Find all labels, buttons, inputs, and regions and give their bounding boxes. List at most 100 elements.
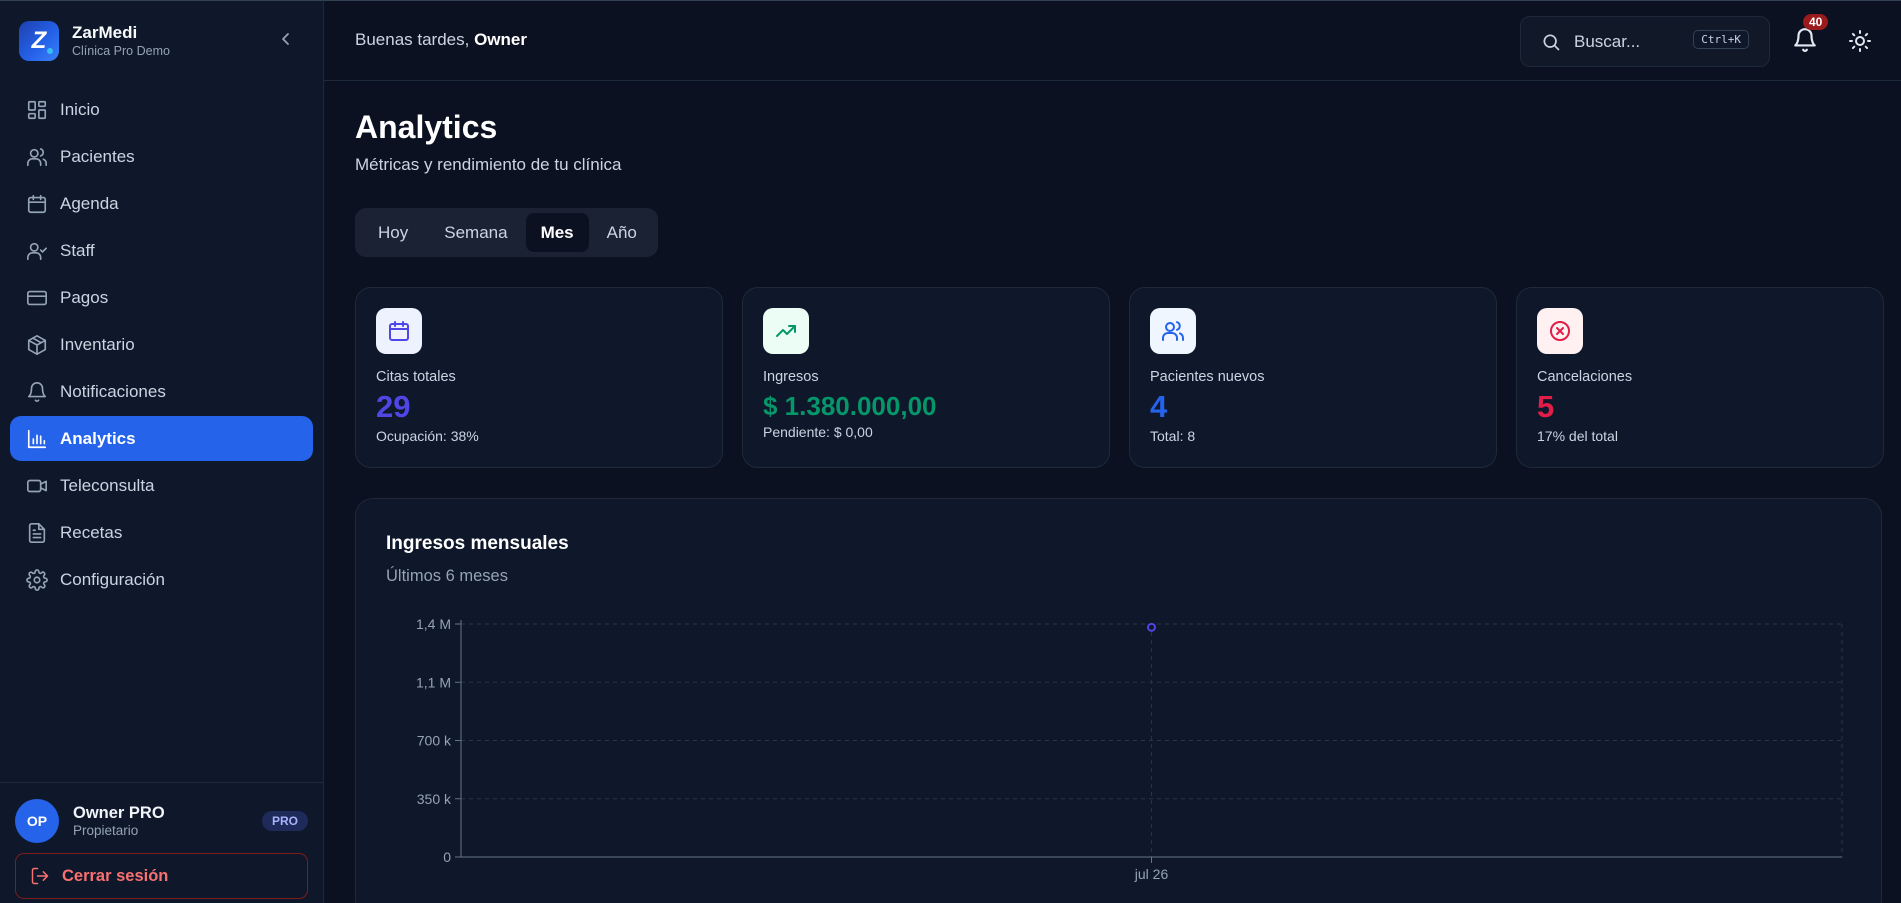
calendar-icon	[27, 194, 47, 213]
logo-letter: Z	[31, 27, 47, 54]
stat-icon-box	[376, 308, 422, 354]
sidebar-item-pagos[interactable]: Pagos	[10, 275, 313, 320]
x-circle-icon	[1550, 321, 1570, 341]
sidebar-item-label: Notificaciones	[60, 381, 166, 401]
data-point	[1147, 622, 1156, 632]
stat-card-pacientes-nuevos: Pacientes nuevos 4 Total: 8	[1129, 287, 1497, 468]
sidebar-item-label: Staff	[60, 240, 95, 260]
revenue-line-chart: 0 350 k 700 k 1,1 M 1,4 M jul 26	[416, 616, 1843, 882]
greeting-prefix: Buenas tardes,	[355, 30, 475, 49]
plan-badge: PRO	[261, 811, 308, 831]
sidebar-item-recetas[interactable]: Recetas	[10, 510, 313, 555]
stat-label: Citas totales	[376, 369, 456, 385]
bell-icon	[1794, 28, 1816, 52]
stat-sub: Pendiente: $ 0,00	[763, 424, 873, 440]
y-tick-label: 1,1 M	[416, 674, 451, 690]
gear-icon	[26, 568, 48, 591]
logo-dot	[47, 48, 53, 54]
sidebar-item-analytics[interactable]: Analytics	[10, 416, 313, 461]
collapse-sidebar-button[interactable]	[278, 31, 294, 47]
stat-label: Pacientes nuevos	[1150, 369, 1265, 385]
sidebar-item-teleconsulta[interactable]: Teleconsulta	[10, 463, 313, 508]
user-profile[interactable]: OP Owner PRO Propietario PRO	[15, 799, 308, 843]
sidebar-item-label: Teleconsulta	[60, 475, 155, 495]
revenue-chart-card: Ingresos mensuales Últimos 6 meses 0 350 …	[355, 498, 1882, 903]
logout-button[interactable]: Cerrar sesión	[15, 853, 308, 899]
bar-chart-icon	[27, 429, 47, 448]
tab-mes[interactable]: Mes	[525, 213, 589, 252]
calendar-icon	[389, 321, 409, 341]
y-tick-label: 700 k	[417, 733, 452, 749]
stat-icon-box	[1150, 308, 1196, 354]
stat-icon-box	[1537, 308, 1583, 354]
sidebar-footer: OP Owner PRO Propietario PRO Cerrar sesi…	[0, 782, 323, 903]
users-icon	[27, 147, 47, 166]
sidebar-item-pacientes[interactable]: Pacientes	[10, 134, 313, 179]
sun-icon	[1849, 30, 1871, 52]
y-tick-label: 350 k	[417, 791, 452, 807]
bell-icon	[27, 381, 47, 402]
stat-card-citas: Citas totales 29 Ocupación: 38%	[355, 287, 723, 468]
sidebar-item-inventario[interactable]: Inventario	[10, 322, 313, 367]
sidebar-item-inicio[interactable]: Inicio	[10, 87, 313, 132]
stat-icon-box	[763, 308, 809, 354]
greeting: Buenas tardes, Owner	[355, 30, 527, 50]
stat-value: 29	[376, 389, 411, 424]
sidebar-item-label: Recetas	[60, 522, 123, 542]
users-icon	[1162, 321, 1185, 341]
user-role: Propietario	[73, 823, 139, 838]
sidebar-item-label: Inventario	[60, 334, 135, 354]
video-icon	[27, 479, 47, 492]
tab-ano[interactable]: Año	[589, 213, 655, 252]
y-tick-label: 0	[443, 849, 451, 865]
top-header: Buenas tardes, Owner Buscar... Ctrl+K 40	[324, 0, 1901, 81]
tab-semana[interactable]: Semana	[426, 213, 525, 252]
sidebar-item-label: Agenda	[60, 193, 119, 213]
stat-value: 5	[1537, 389, 1555, 424]
search-input[interactable]: Buscar... Ctrl+K	[1520, 16, 1770, 67]
grid-icon	[27, 100, 47, 119]
sidebar-item-label: Configuración	[60, 569, 165, 589]
stat-label: Ingresos	[763, 369, 819, 385]
page-subtitle: Métricas y rendimiento de tu clínica	[355, 155, 622, 174]
app-subtitle: Clínica Pro Demo	[72, 44, 170, 58]
notification-count-badge: 40	[1803, 14, 1829, 30]
sidebar-item-label: Analytics	[60, 428, 136, 448]
sidebar-item-notificaciones[interactable]: Notificaciones	[10, 369, 313, 414]
logout-label: Cerrar sesión	[62, 866, 169, 885]
avatar: OP	[15, 799, 59, 843]
sidebar: Z ZarMedi Clínica Pro Demo Inicio Pacien…	[0, 0, 324, 903]
notifications-button[interactable]	[1792, 27, 1818, 53]
sidebar-item-label: Pacientes	[60, 146, 135, 166]
logout-icon	[31, 867, 49, 885]
credit-card-icon	[27, 290, 47, 305]
stat-value: $ 1.380.000,00	[763, 391, 937, 421]
stat-card-ingresos: Ingresos $ 1.380.000,00 Pendiente: $ 0,0…	[742, 287, 1110, 468]
search-placeholder: Buscar...	[1574, 31, 1641, 51]
sidebar-item-configuracion[interactable]: Configuración	[10, 557, 313, 602]
app-name: ZarMedi	[72, 23, 138, 42]
stat-value: 4	[1150, 389, 1168, 424]
sidebar-item-staff[interactable]: Staff	[10, 228, 313, 273]
sidebar-item-label: Inicio	[60, 99, 100, 119]
y-tick-label: 1,4 M	[416, 616, 451, 632]
tab-hoy[interactable]: Hoy	[360, 213, 426, 252]
search-icon	[1543, 34, 1560, 50]
stat-label: Cancelaciones	[1537, 369, 1633, 385]
theme-toggle-button[interactable]	[1848, 29, 1872, 53]
stat-sub: 17% del total	[1537, 428, 1618, 444]
app-logo: Z	[19, 21, 59, 61]
stat-sub: Ocupación: 38%	[376, 428, 479, 444]
file-text-icon	[28, 522, 46, 543]
period-tabs: Hoy Semana Mes Año	[355, 208, 658, 257]
user-check-icon	[27, 242, 47, 260]
sidebar-nav: Inicio Pacientes Agenda Staff Pagos Inve…	[10, 87, 313, 604]
stat-card-cancelaciones: Cancelaciones 5 17% del total	[1516, 287, 1884, 468]
stat-sub: Total: 8	[1150, 428, 1196, 444]
trending-up-icon	[776, 325, 796, 337]
sidebar-item-label: Pagos	[60, 287, 109, 307]
search-shortcut: Ctrl+K	[1693, 30, 1749, 49]
brand[interactable]: Z ZarMedi Clínica Pro Demo	[19, 21, 170, 61]
sidebar-item-agenda[interactable]: Agenda	[10, 181, 313, 226]
user-name: Owner PRO	[73, 804, 165, 822]
